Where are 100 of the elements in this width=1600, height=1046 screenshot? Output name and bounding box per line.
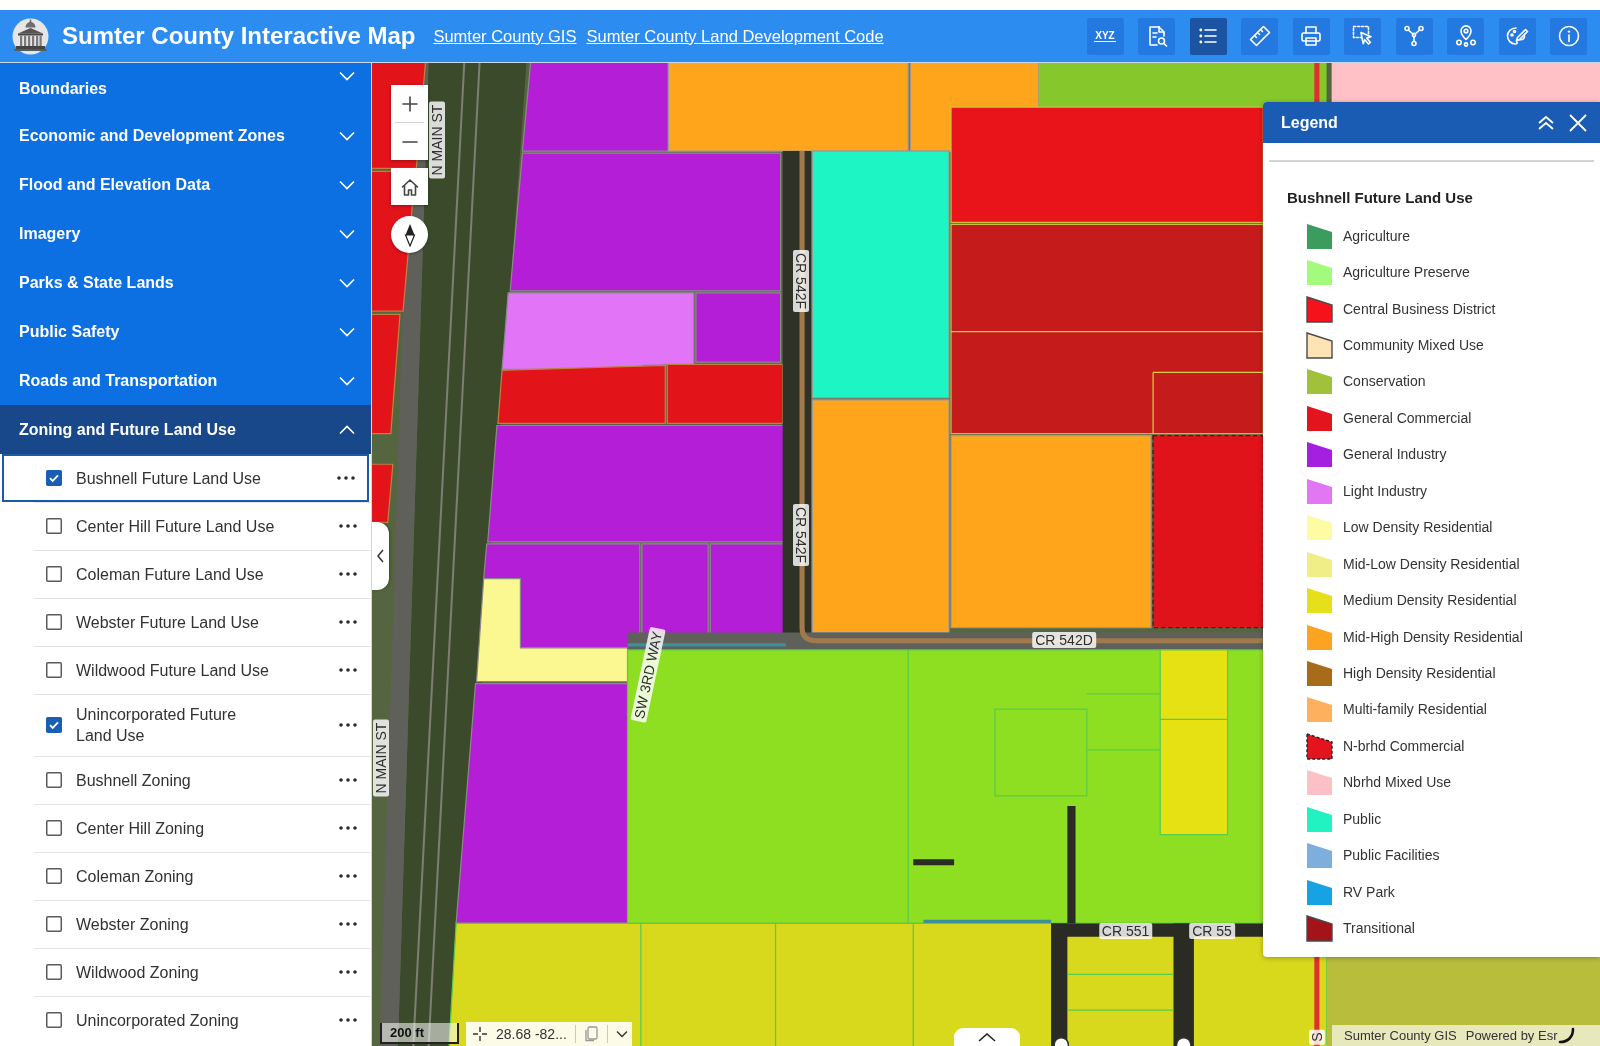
curve-icon <box>1558 1027 1576 1044</box>
legend-label: Medium Density Residential <box>1343 591 1517 611</box>
home-icon <box>400 177 419 196</box>
share-tool-button[interactable] <box>1395 17 1433 55</box>
coordinate-text: 28.68 -82... <box>496 1024 567 1044</box>
more-options-icon[interactable] <box>339 922 357 926</box>
checkbox[interactable] <box>46 916 62 932</box>
cursor-select-icon <box>1350 24 1375 48</box>
layer-list-item[interactable]: Bushnell Future Land Use <box>2 454 369 502</box>
legend-label: General Commercial <box>1343 408 1472 428</box>
legend-label: High Density Residential <box>1343 663 1496 683</box>
layer-list-button[interactable] <box>1189 17 1227 55</box>
zoom-in-button[interactable] <box>391 85 428 122</box>
layer-group-header[interactable]: Imagery <box>0 209 371 258</box>
more-options-icon[interactable] <box>339 524 357 528</box>
measure-tool-button[interactable] <box>1241 17 1278 55</box>
chevron-down-icon <box>339 130 355 141</box>
chevron-down-icon <box>339 375 355 386</box>
more-options-icon[interactable] <box>339 874 357 878</box>
legend-label: Agriculture Preserve <box>1343 263 1470 283</box>
checkbox[interactable] <box>46 717 62 733</box>
legend-label: Light Industry <box>1343 481 1428 501</box>
checkbox[interactable] <box>46 772 62 788</box>
map-pin-icon <box>1453 24 1478 48</box>
network-nodes-icon <box>1402 24 1426 48</box>
checkbox[interactable] <box>46 470 62 486</box>
layer-group-header[interactable]: Economic and Development Zones <box>0 111 371 160</box>
legend-label: Public <box>1343 809 1382 829</box>
more-options-icon[interactable] <box>339 778 357 782</box>
legend-label: Low Density Residential <box>1343 518 1493 538</box>
search-tool-button[interactable] <box>1138 17 1175 55</box>
legend-label: Mid-Low Density Residential <box>1343 554 1520 574</box>
zoom-out-button[interactable] <box>391 123 428 160</box>
layer-group-header[interactable]: Zoning and Future Land Use <box>0 405 371 454</box>
chevron-down-icon <box>339 179 355 190</box>
building-logo-icon <box>12 17 49 55</box>
more-options-icon[interactable] <box>339 572 357 576</box>
layer-group-header[interactable]: Boundaries <box>0 63 371 111</box>
expand-tab-button[interactable] <box>954 1028 1020 1046</box>
chevron-down-icon <box>339 326 355 337</box>
legend-label: RV Park <box>1343 882 1395 902</box>
more-options-icon[interactable] <box>339 620 357 624</box>
legend-label: Transitional <box>1343 919 1415 939</box>
chevron-down-icon <box>339 71 355 81</box>
close-icon[interactable] <box>1568 112 1588 133</box>
palette-icon <box>1505 24 1529 48</box>
crosshair-icon[interactable] <box>472 1026 488 1042</box>
layer-group-header[interactable]: Flood and Elevation Data <box>0 160 371 209</box>
road <box>913 859 955 866</box>
road-shield-icon <box>1053 1036 1070 1046</box>
chevron-up-icon <box>339 424 355 435</box>
more-options-icon[interactable] <box>337 476 355 480</box>
checkbox[interactable] <box>46 662 62 678</box>
attribution-text: Sumter County GIS <box>1344 1026 1457 1045</box>
draw-tool-button[interactable] <box>1498 17 1536 55</box>
more-options-icon[interactable] <box>339 970 357 974</box>
checkbox[interactable] <box>46 820 62 836</box>
road-label: CR 542F <box>793 250 809 312</box>
legend-label: Community Mixed Use <box>1343 336 1484 356</box>
layer-group-header[interactable]: Public Safety <box>0 307 371 356</box>
collapse-panel-tab[interactable] <box>372 522 389 590</box>
legend-label: Agriculture <box>1343 226 1410 246</box>
checkbox[interactable] <box>46 566 62 582</box>
scale-bar: 200 ft <box>380 1023 459 1044</box>
road-label: S <box>1309 1029 1325 1045</box>
more-options-icon[interactable] <box>339 668 357 672</box>
print-button[interactable] <box>1292 17 1330 55</box>
checkbox[interactable] <box>46 868 62 884</box>
attribution-text: Powered by Esr <box>1465 1026 1558 1045</box>
checkbox[interactable] <box>46 1012 62 1028</box>
legend-label: N-brhd Commercial <box>1343 736 1465 756</box>
checkbox[interactable] <box>46 614 62 630</box>
printer-icon <box>1299 24 1323 48</box>
legend-label: General Industry <box>1343 445 1447 465</box>
layer-group-header[interactable]: Parks & State Lands <box>0 258 371 307</box>
ruler-icon <box>1247 24 1272 48</box>
info-button[interactable] <box>1550 17 1587 55</box>
checkbox[interactable] <box>46 518 62 534</box>
home-button[interactable] <box>391 168 428 205</box>
plus-icon <box>401 95 418 112</box>
road-label: N MAIN ST <box>373 719 389 797</box>
minus-icon <box>401 139 418 144</box>
legend-layer-title: Bushnell Future Land Use <box>1287 188 1474 208</box>
chevron-up-icon <box>978 1032 996 1042</box>
legend-label: Multi-family Residential <box>1343 700 1487 720</box>
location-tool-button[interactable] <box>1447 17 1484 55</box>
more-options-icon[interactable] <box>339 826 357 830</box>
road-label: CR 542F <box>793 504 809 566</box>
coordinates-tool-button[interactable]: XYZ <box>1086 17 1124 55</box>
checkbox[interactable] <box>46 964 62 980</box>
chevron-down-icon[interactable] <box>615 1030 628 1038</box>
copy-icon[interactable] <box>583 1026 599 1042</box>
legend-label: Central Business District <box>1343 299 1496 319</box>
layer-group-header[interactable]: Roads and Transportation <box>0 356 371 405</box>
compass-needle-icon <box>403 222 416 247</box>
more-options-icon[interactable] <box>339 1018 357 1022</box>
more-options-icon[interactable] <box>339 723 357 727</box>
select-tool-button[interactable] <box>1344 17 1381 55</box>
legend-label: Nbrhd Mixed Use <box>1343 773 1452 793</box>
legend-label: Mid-High Density Residential <box>1343 627 1523 647</box>
